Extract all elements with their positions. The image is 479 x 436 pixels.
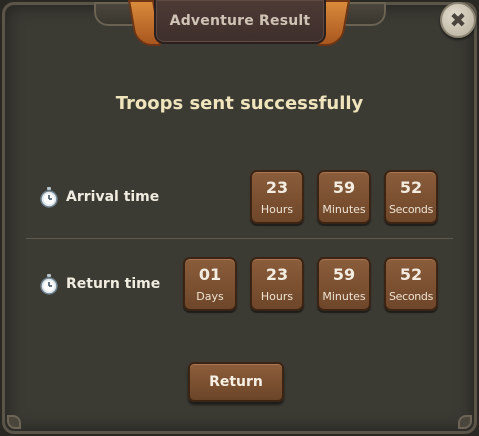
return-seconds-tile: 52 Seconds <box>384 257 438 311</box>
arrival-minutes-unit: Minutes <box>322 203 366 216</box>
dialog-title: Adventure Result <box>169 13 311 29</box>
return-hours-unit: Hours <box>260 290 294 303</box>
arrival-hours-value: 23 <box>265 178 289 197</box>
return-hours-value: 23 <box>265 265 289 284</box>
arrival-seconds-value: 52 <box>399 178 423 197</box>
arrival-time-label: Arrival time <box>38 186 159 208</box>
corner-ornament <box>7 415 21 429</box>
return-minutes-tile: 59 Minutes <box>317 257 371 311</box>
close-icon: ✖ <box>449 8 467 32</box>
return-hours-tile: 23 Hours <box>250 257 304 311</box>
title-banner: Adventure Result <box>154 0 326 44</box>
stopwatch-icon <box>40 274 58 295</box>
arrival-minutes-value: 59 <box>332 178 356 197</box>
return-days-tile: 01 Days <box>183 257 237 311</box>
return-button[interactable]: Return <box>188 362 284 402</box>
return-time-text: Return time <box>66 276 161 292</box>
corner-ornament <box>458 415 472 429</box>
return-minutes-unit: Minutes <box>322 290 366 303</box>
arrival-hours-unit: Hours <box>260 203 294 216</box>
arrival-time-text: Arrival time <box>66 189 160 205</box>
return-minutes-value: 59 <box>332 265 356 284</box>
close-button[interactable]: ✖ <box>440 2 476 38</box>
return-days-value: 01 <box>198 265 222 284</box>
stopwatch-icon <box>40 187 58 208</box>
arrival-seconds-tile: 52 Seconds <box>384 170 438 224</box>
return-seconds-value: 52 <box>399 265 423 284</box>
divider <box>26 238 453 239</box>
return-days-unit: Days <box>196 290 224 303</box>
return-seconds-unit: Seconds <box>388 290 434 303</box>
headline: Troops sent successfully <box>115 93 364 114</box>
arrival-seconds-unit: Seconds <box>388 203 434 216</box>
arrival-minutes-tile: 59 Minutes <box>317 170 371 224</box>
return-time-label: Return time <box>38 273 160 295</box>
arrival-hours-tile: 23 Hours <box>250 170 304 224</box>
